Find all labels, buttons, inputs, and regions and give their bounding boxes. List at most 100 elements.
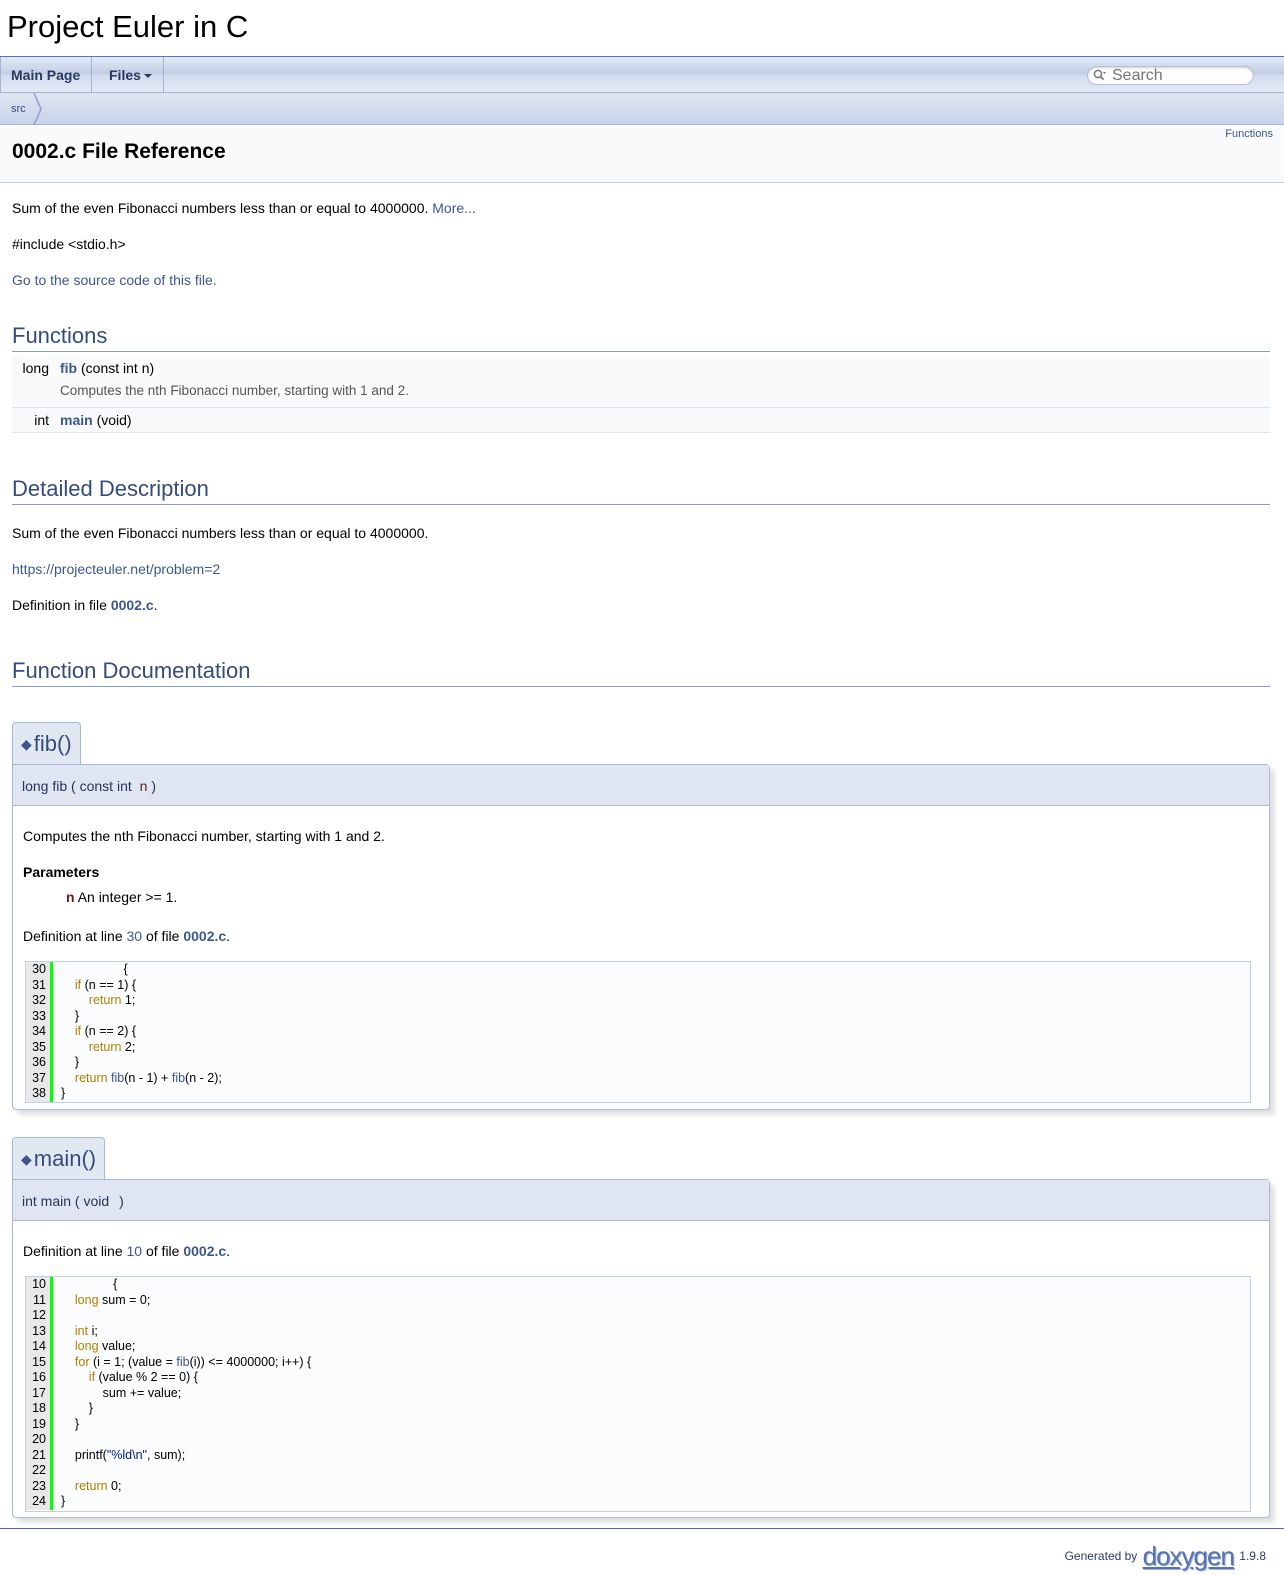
line-number[interactable]: 32 <box>26 993 53 1009</box>
line-number[interactable]: 20 <box>26 1432 53 1448</box>
code-text: return fib(n - 1) + fib(n - 2); <box>53 1071 222 1085</box>
code-function-link[interactable]: fib <box>111 1071 124 1085</box>
code-function-link[interactable]: fib <box>172 1071 185 1085</box>
file-link[interactable]: 0002.c <box>183 1243 226 1259</box>
page-title: 0002.c File Reference <box>12 140 226 163</box>
memtitle-fib-label: fib() <box>33 731 72 756</box>
detailed-text: Sum of the even Fibonacci numbers less t… <box>12 525 429 541</box>
code-text: printf("%ld\n", sum); <box>53 1448 185 1462</box>
code-token: { <box>61 1277 118 1291</box>
code-line: 18 } <box>26 1401 1250 1417</box>
summary-link-functions[interactable]: Functions <box>1225 128 1273 140</box>
line-number[interactable]: 10 <box>26 1277 53 1293</box>
line-number[interactable]: 21 <box>26 1447 53 1463</box>
line-number[interactable]: 13 <box>26 1323 53 1339</box>
brief-description: Sum of the even Fibonacci numbers less t… <box>12 200 476 216</box>
function-link-main[interactable]: main <box>60 412 93 428</box>
code-line: 10 { <box>26 1277 1250 1293</box>
definition-suffix: . <box>226 1243 231 1259</box>
function-args: (void) <box>96 412 132 428</box>
function-link-fib[interactable]: fib <box>60 360 77 376</box>
code-text: } <box>53 1417 79 1431</box>
line-number[interactable]: 15 <box>26 1354 53 1370</box>
code-text: if (n == 2) { <box>53 1024 136 1038</box>
code-token: i; <box>88 1323 98 1338</box>
parameters-heading: Parameters <box>23 864 100 880</box>
line-number[interactable]: 30 <box>26 962 53 978</box>
code-token: (n - 1) + <box>124 1070 172 1085</box>
line-link-30[interactable]: 30 <box>127 928 143 944</box>
line-number[interactable]: 37 <box>26 1070 53 1086</box>
diamond-icon: ◆ <box>21 1151 32 1167</box>
memitem-fib: long fib ( const int n ) Computes the nt… <box>12 764 1270 1110</box>
code-line: 24} <box>26 1494 1250 1510</box>
code-text: } <box>53 1009 79 1023</box>
line-number[interactable]: 36 <box>26 1055 53 1071</box>
breadcrumb-item-src[interactable]: src <box>0 93 36 125</box>
code-token: (value % 2 == 0) { <box>95 1370 198 1384</box>
line-number[interactable]: 17 <box>26 1385 53 1401</box>
function-brief: Computes the nth Fibonacci number, start… <box>60 383 409 398</box>
chevron-down-icon <box>143 74 152 79</box>
code-keyword: int <box>74 1323 89 1338</box>
line-number[interactable]: 12 <box>26 1308 53 1324</box>
code-text: { <box>53 1277 117 1291</box>
code-text: } <box>53 1494 65 1508</box>
line-number[interactable]: 23 <box>26 1478 53 1494</box>
code-line: 20 <box>26 1432 1250 1448</box>
parameter-name: n <box>66 889 75 905</box>
line-number[interactable]: 33 <box>26 1008 53 1024</box>
doxygen-logo-link[interactable]: doxygen <box>1143 1541 1235 1571</box>
file-link[interactable]: 0002.c <box>183 928 226 944</box>
search-input[interactable] <box>1112 67 1247 85</box>
search-icon[interactable] <box>1093 69 1107 82</box>
code-function-link[interactable]: fib <box>176 1355 189 1369</box>
definition-mid: of file <box>142 928 184 944</box>
source-code-link[interactable]: Go to the source code of this file. <box>12 272 217 288</box>
line-number[interactable]: 31 <box>26 977 53 993</box>
code-token: (n - 2); <box>185 1070 222 1085</box>
line-link-10[interactable]: 10 <box>127 1243 143 1259</box>
problem-url-link[interactable]: https://projecteuler.net/problem=2 <box>12 561 220 577</box>
project-name: Project Euler in C <box>7 9 249 44</box>
code-keyword: return <box>74 1478 108 1493</box>
nav-main-page[interactable]: Main Page <box>0 57 93 93</box>
line-number[interactable]: 16 <box>26 1370 53 1386</box>
code-line: 30 { <box>26 962 1250 978</box>
definition-prefix: Definition in file <box>12 597 111 613</box>
code-token: } <box>61 1416 80 1431</box>
nav-files-menu[interactable]: Files <box>98 57 164 93</box>
detailed-description-heading: Detailed Description <box>12 476 1270 505</box>
function-signature: fib (const int n) <box>60 360 154 376</box>
line-number[interactable]: 34 <box>26 1024 53 1040</box>
code-line: 35 return 2; <box>26 1039 1250 1055</box>
line-number[interactable]: 35 <box>26 1039 53 1055</box>
line-number[interactable]: 14 <box>26 1339 53 1355</box>
function-return-type: long <box>22 360 49 376</box>
search-box[interactable] <box>1087 66 1254 85</box>
line-number[interactable]: 11 <box>26 1292 53 1308</box>
prototype-fib: long fib ( const int n ) <box>13 765 1269 806</box>
parameter-n: n An integer >= 1. <box>66 889 177 905</box>
code-token: sum += value; <box>61 1385 182 1400</box>
code-token: { <box>61 962 128 976</box>
more-link[interactable]: More... <box>432 200 476 216</box>
definition-at-line-main: Definition at line 10 of file 0002.c. <box>23 1243 230 1259</box>
nav-files-label: Files <box>109 67 141 83</box>
code-keyword: return <box>74 1070 108 1085</box>
memtitle-main-label: main() <box>33 1146 97 1171</box>
line-number[interactable]: 24 <box>26 1494 53 1510</box>
line-number[interactable]: 38 <box>26 1086 53 1102</box>
code-token: (n == 1) { <box>81 977 137 992</box>
file-link[interactable]: 0002.c <box>111 597 154 613</box>
code-token: } <box>61 1008 80 1023</box>
line-number[interactable]: 19 <box>26 1416 53 1432</box>
line-number[interactable]: 22 <box>26 1463 53 1479</box>
line-number[interactable]: 18 <box>26 1401 53 1417</box>
functions-heading: Functions <box>12 323 1270 352</box>
